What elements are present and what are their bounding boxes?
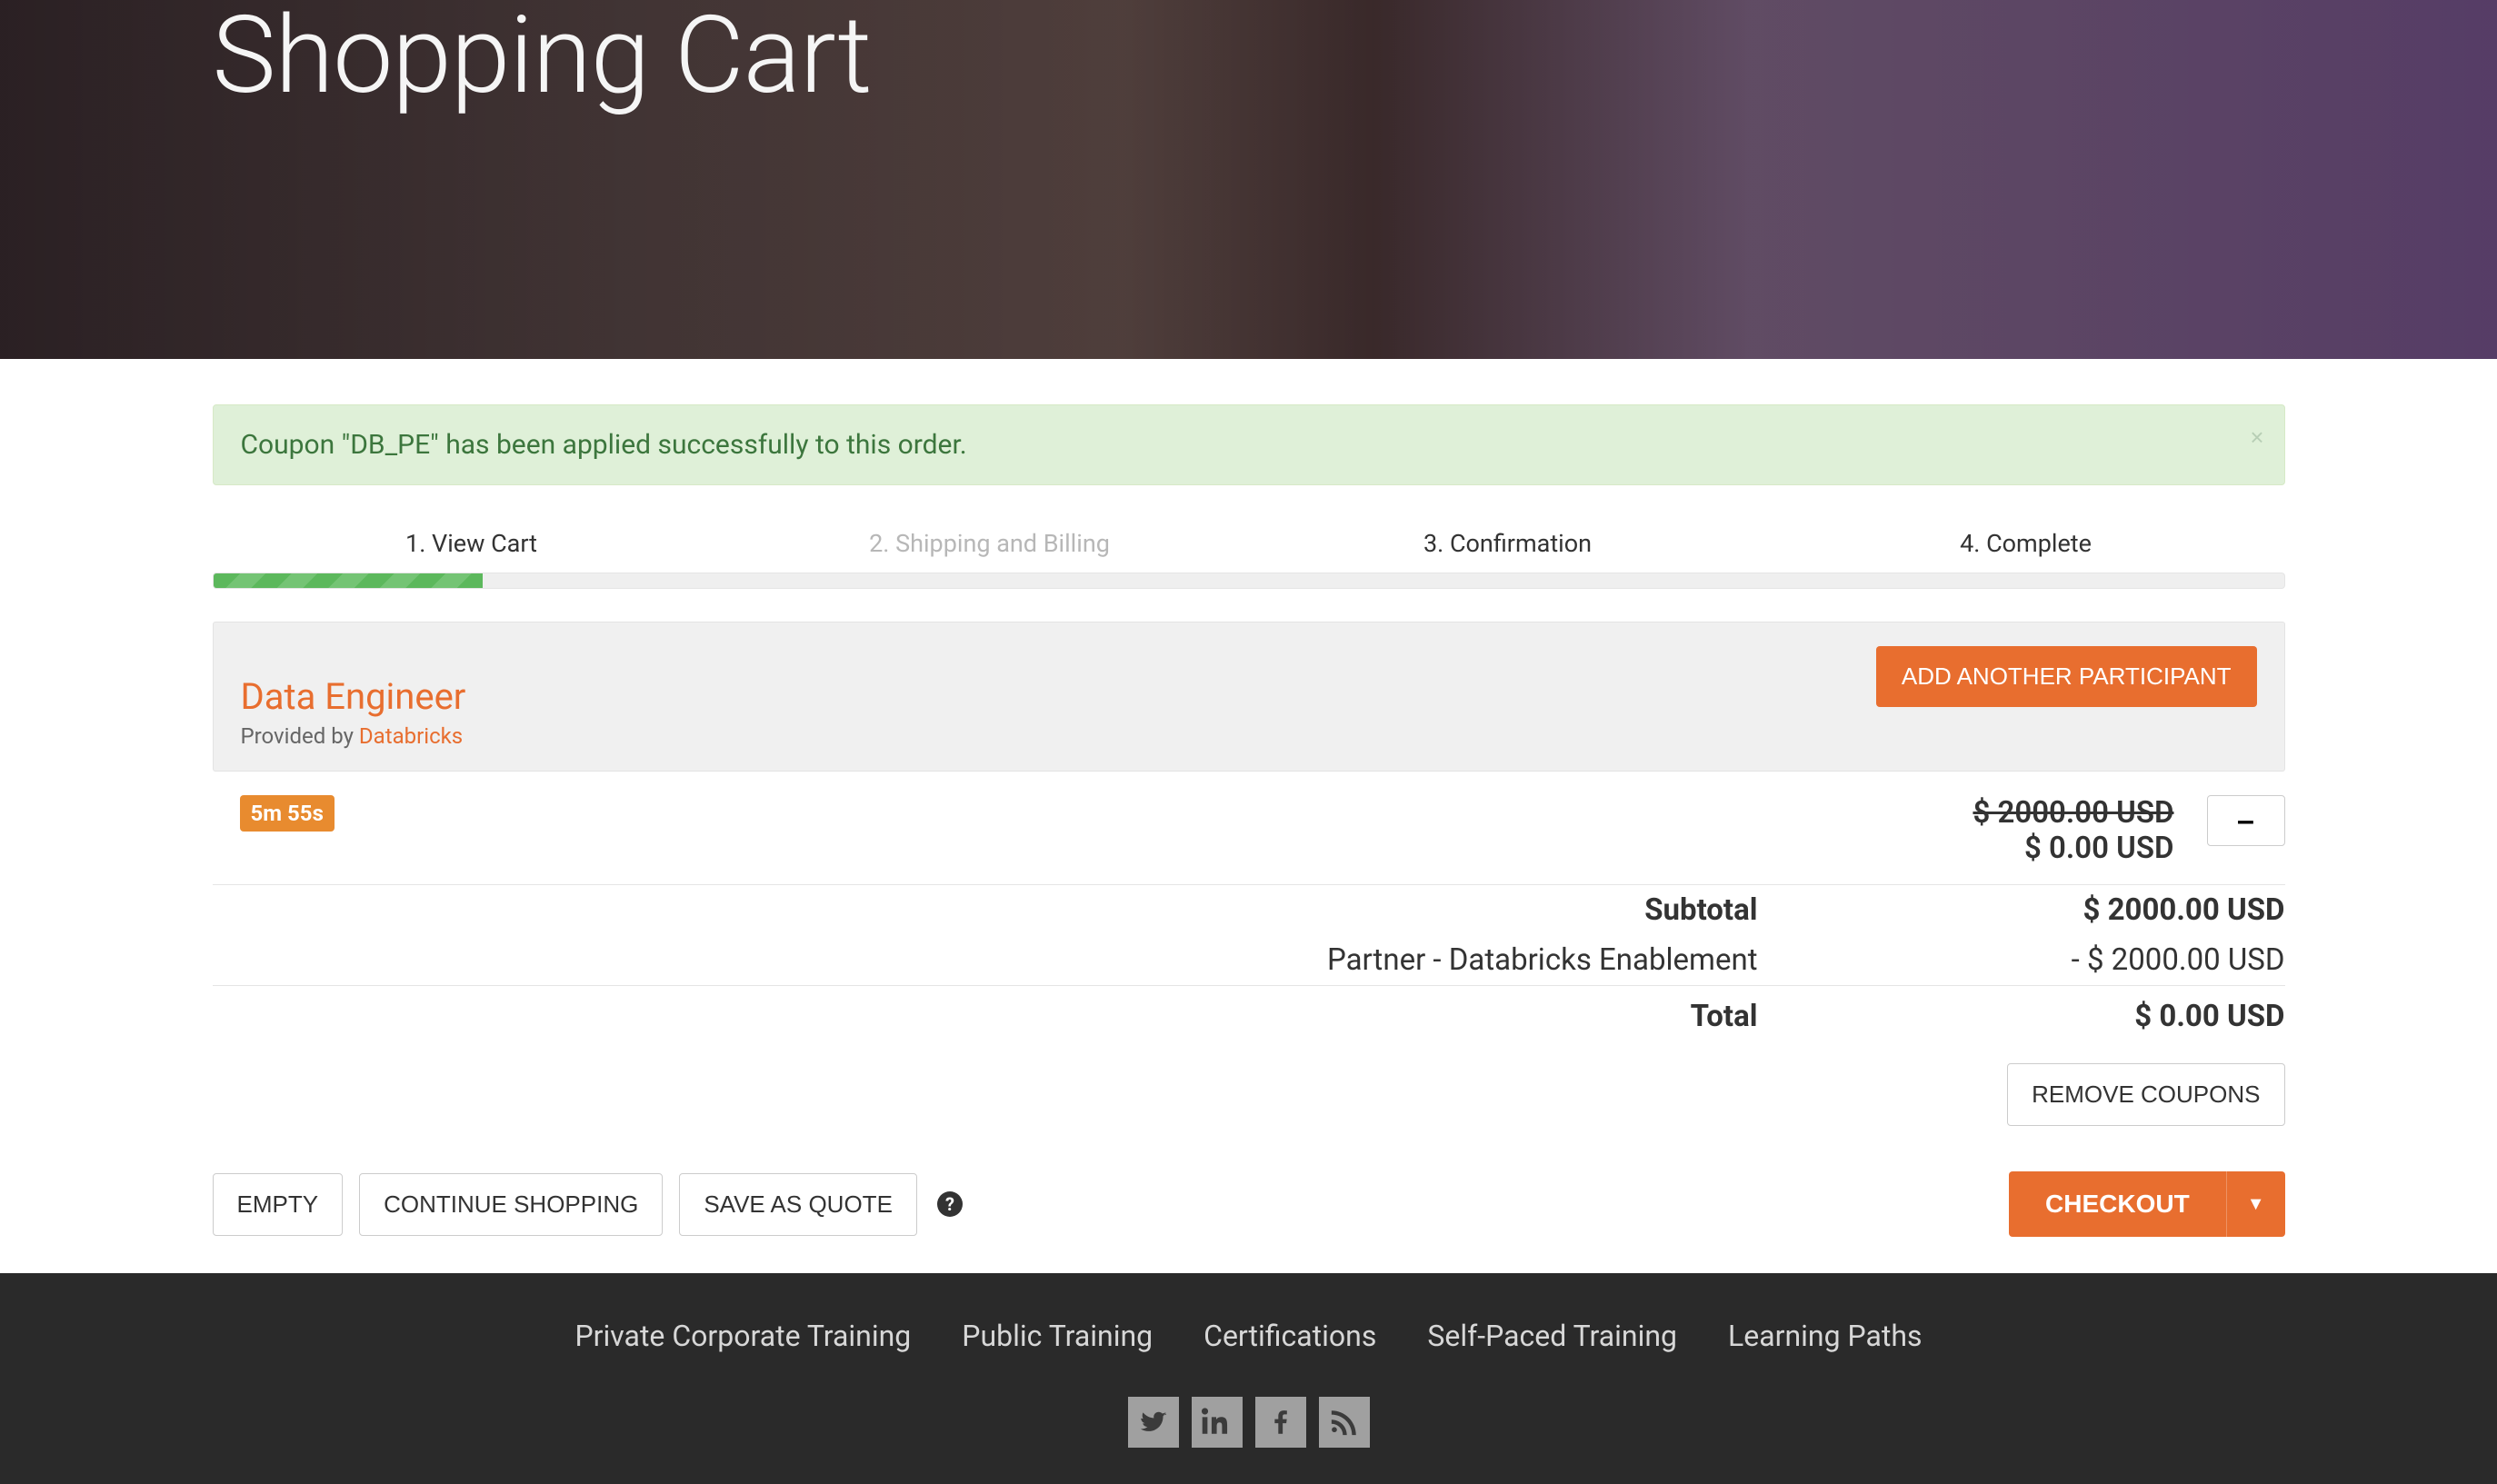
alert-message: Coupon "DB_PE" has been applied successf… xyxy=(241,429,967,461)
checkout-steps: 1. View Cart 2. Shipping and Billing 3. … xyxy=(213,529,2285,567)
rss-icon[interactable] xyxy=(1319,1397,1370,1448)
step-confirmation: 3. Confirmation xyxy=(1249,529,1767,567)
discount-label: Partner - Databricks Enablement xyxy=(213,942,1758,978)
original-price: $ 2000.00 USD xyxy=(1973,795,2173,831)
progress-bar xyxy=(213,573,2285,589)
step-shipping-billing: 2. Shipping and Billing xyxy=(731,529,1249,567)
continue-shopping-button[interactable]: CONTINUE SHOPPING xyxy=(359,1173,663,1236)
checkout-button-group: CHECKOUT ▼ xyxy=(2009,1171,2284,1237)
cart-item-title[interactable]: Data Engineer xyxy=(241,675,466,718)
cart-item-header: Data Engineer Provided by Databricks ADD… xyxy=(213,622,2285,772)
reservation-timer-badge: 5m 55s xyxy=(240,795,335,832)
site-footer: Private Corporate Training Public Traini… xyxy=(0,1273,2497,1484)
add-participant-button[interactable]: ADD ANOTHER PARTICIPANT xyxy=(1876,646,2257,707)
cart-item-provider: Provided by Databricks xyxy=(241,723,466,749)
subtotal-label: Subtotal xyxy=(213,892,1758,928)
footer-links: Private Corporate Training Public Traini… xyxy=(0,1319,2497,1353)
footer-link-private-training[interactable]: Private Corporate Training xyxy=(574,1319,911,1353)
facebook-icon[interactable] xyxy=(1255,1397,1306,1448)
subtotal-value: $ 2000.00 USD xyxy=(1758,892,2285,928)
cart-line-item: 5m 55s $ 2000.00 USD $ 0.00 USD – xyxy=(213,772,2285,885)
remove-coupons-button[interactable]: REMOVE COUPONS xyxy=(2007,1063,2284,1126)
total-label: Total xyxy=(213,999,1758,1034)
total-value: $ 0.00 USD xyxy=(1758,999,2285,1034)
twitter-icon[interactable] xyxy=(1128,1397,1179,1448)
checkout-button[interactable]: CHECKOUT xyxy=(2009,1171,2226,1237)
current-price: $ 0.00 USD xyxy=(1973,831,2173,866)
provider-link[interactable]: Databricks xyxy=(359,723,463,749)
hero-banner: Shopping Cart xyxy=(0,0,2497,359)
empty-cart-button[interactable]: EMPTY xyxy=(213,1173,344,1236)
step-complete: 4. Complete xyxy=(1767,529,2285,567)
linkedin-icon[interactable] xyxy=(1192,1397,1243,1448)
social-icons xyxy=(0,1397,2497,1448)
line-prices: $ 2000.00 USD $ 0.00 USD xyxy=(1973,795,2188,866)
remove-line-button[interactable]: – xyxy=(2207,795,2285,846)
totals-section: Subtotal $ 2000.00 USD Partner - Databri… xyxy=(213,885,2285,986)
success-alert: Coupon "DB_PE" has been applied successf… xyxy=(213,404,2285,485)
footer-link-public-training[interactable]: Public Training xyxy=(962,1319,1153,1353)
page-title: Shopping Cart xyxy=(213,0,2285,113)
discount-value: - $ 2000.00 USD xyxy=(1758,942,2285,978)
progress-fill xyxy=(214,573,483,588)
help-icon[interactable]: ? xyxy=(937,1191,963,1217)
action-bar: EMPTY CONTINUE SHOPPING SAVE AS QUOTE ? … xyxy=(213,1171,2285,1237)
checkout-dropdown-toggle[interactable]: ▼ xyxy=(2226,1171,2285,1237)
footer-link-learning-paths[interactable]: Learning Paths xyxy=(1728,1319,1923,1353)
save-as-quote-button[interactable]: SAVE AS QUOTE xyxy=(679,1173,917,1236)
step-view-cart: 1. View Cart xyxy=(213,529,731,567)
footer-link-certifications[interactable]: Certifications xyxy=(1204,1319,1376,1353)
alert-close-button[interactable]: × xyxy=(2250,425,2263,449)
footer-link-self-paced[interactable]: Self-Paced Training xyxy=(1427,1319,1677,1353)
